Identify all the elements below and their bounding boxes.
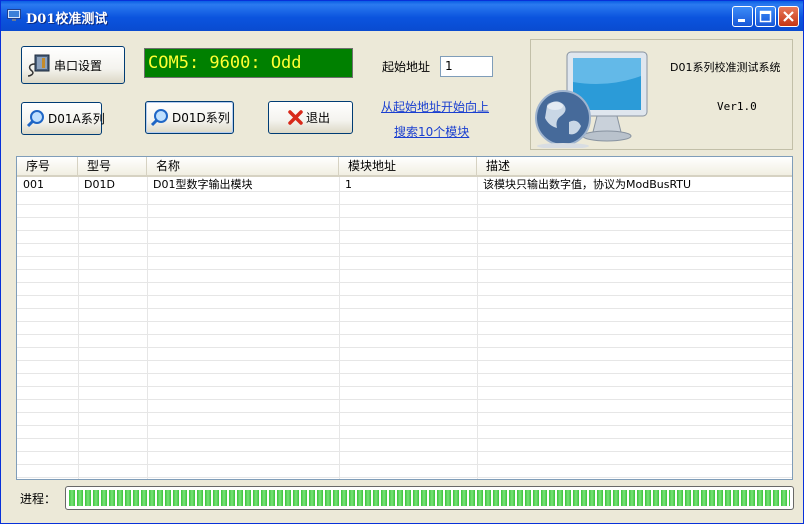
cell-model: D01D bbox=[84, 178, 115, 191]
list-header: 序号 型号 名称 模块地址 描述 bbox=[17, 157, 792, 177]
window-title: D01校准测试 bbox=[26, 12, 108, 27]
maximize-icon bbox=[759, 10, 772, 23]
grid-line-horizontal bbox=[17, 347, 792, 348]
progress-fill bbox=[69, 490, 790, 506]
column-header-index[interactable]: 序号 bbox=[17, 157, 78, 175]
close-button[interactable] bbox=[778, 6, 799, 27]
grid-line-horizontal bbox=[17, 412, 792, 413]
exit-button[interactable]: 退出 bbox=[268, 101, 353, 134]
close-icon bbox=[783, 11, 794, 22]
minimize-icon bbox=[738, 19, 745, 22]
grid-line-horizontal bbox=[17, 217, 792, 218]
version-text: Ver1.0 bbox=[717, 100, 757, 113]
grid-line-horizontal bbox=[17, 477, 792, 478]
grid-line-horizontal bbox=[17, 438, 792, 439]
grid-line-horizontal bbox=[17, 451, 792, 452]
module-list[interactable]: 序号 型号 名称 模块地址 描述 001 D01D D01型数字输出模块 1 该… bbox=[16, 156, 793, 480]
d01d-series-button[interactable]: D01D系列 bbox=[145, 101, 234, 134]
cell-name: D01型数字输出模块 bbox=[153, 178, 253, 191]
app-icon bbox=[7, 9, 21, 21]
system-name: D01系列校准测试系统 bbox=[670, 61, 781, 74]
magnifier-icon bbox=[26, 109, 44, 127]
serial-settings-label: 串口设置 bbox=[54, 58, 103, 73]
d01a-series-button[interactable]: D01A系列 bbox=[21, 102, 105, 135]
d01a-series-label: D01A系列 bbox=[48, 112, 105, 126]
progress-label: 进程： bbox=[20, 492, 57, 506]
grid-line-horizontal bbox=[17, 334, 792, 335]
grid-line-vertical bbox=[477, 177, 478, 479]
grid-line-horizontal bbox=[17, 321, 792, 322]
exit-label: 退出 bbox=[306, 111, 331, 125]
grid-line-horizontal bbox=[17, 360, 792, 361]
cell-address: 1 bbox=[345, 178, 352, 191]
title-bar[interactable]: D01校准测试 bbox=[1, 1, 803, 31]
computer-globe-icon bbox=[535, 51, 648, 148]
grid-line-vertical bbox=[339, 177, 340, 479]
grid-line-horizontal bbox=[17, 308, 792, 309]
grid-line-horizontal bbox=[17, 373, 792, 374]
maximize-button[interactable] bbox=[755, 6, 776, 27]
column-header-address[interactable]: 模块地址 bbox=[339, 157, 477, 175]
d01d-series-label: D01D系列 bbox=[172, 111, 230, 125]
serial-settings-button[interactable]: 串口设置 bbox=[21, 46, 125, 84]
grid-line-horizontal bbox=[17, 295, 792, 296]
grid-line-horizontal bbox=[17, 230, 792, 231]
progress-bar bbox=[65, 486, 794, 510]
serial-port-icon bbox=[27, 54, 50, 77]
grid-line-horizontal bbox=[17, 464, 792, 465]
start-address-input[interactable]: 1 bbox=[440, 56, 493, 77]
grid-line-horizontal bbox=[17, 269, 792, 270]
info-panel: D01系列校准测试系统 Ver1.0 bbox=[530, 39, 793, 150]
magnifier-icon bbox=[150, 108, 168, 126]
table-row[interactable]: 001 D01D D01型数字输出模块 1 该模块只输出数字值，协议为ModBu… bbox=[17, 178, 792, 191]
grid-line-horizontal bbox=[17, 282, 792, 283]
grid-line-horizontal bbox=[17, 425, 792, 426]
grid-line-horizontal bbox=[17, 256, 792, 257]
grid-line-horizontal bbox=[17, 191, 792, 192]
search-link-line2[interactable]: 搜索10个模块 bbox=[394, 123, 469, 140]
grid-line-horizontal bbox=[17, 204, 792, 205]
cell-index: 001 bbox=[23, 178, 44, 191]
grid-line-vertical bbox=[78, 177, 79, 479]
grid-line-horizontal bbox=[17, 243, 792, 244]
column-header-name[interactable]: 名称 bbox=[147, 157, 339, 175]
column-header-model[interactable]: 型号 bbox=[78, 157, 147, 175]
grid-line-horizontal bbox=[17, 386, 792, 387]
column-header-description[interactable]: 描述 bbox=[477, 157, 792, 175]
minimize-button[interactable] bbox=[732, 6, 753, 27]
search-link-line1[interactable]: 从起始地址开始向上 bbox=[381, 98, 489, 115]
cell-description: 该模块只输出数字值，协议为ModBusRTU bbox=[483, 178, 692, 191]
grid-line-horizontal bbox=[17, 399, 792, 400]
grid-line-vertical bbox=[147, 177, 148, 479]
main-window: D01校准测试 串口设置 COM5: 9600: Odd 起始地址 1 D01A… bbox=[0, 0, 804, 524]
start-address-label: 起始地址 bbox=[382, 60, 431, 74]
port-status-display: COM5: 9600: Odd bbox=[144, 48, 353, 78]
exit-x-icon bbox=[288, 110, 303, 125]
